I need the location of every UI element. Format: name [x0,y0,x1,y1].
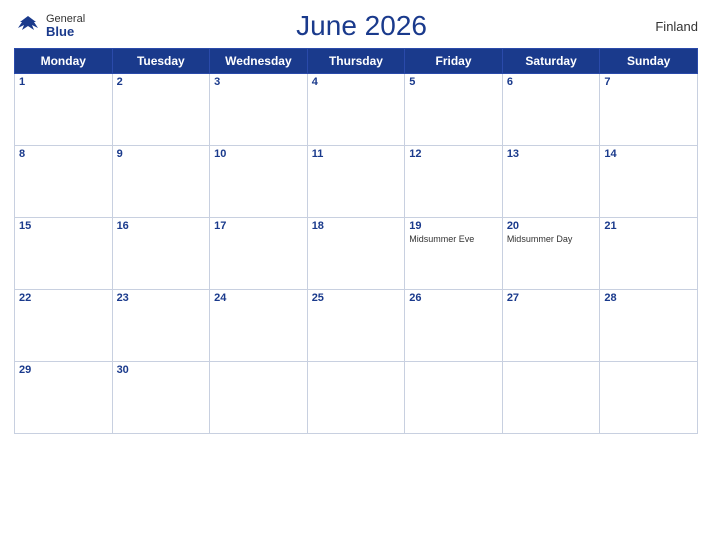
calendar-cell: 16 [112,218,210,290]
day-number: 13 [507,148,596,160]
calendar-cell: 18 [307,218,405,290]
week-row-5: 29 30 [15,362,698,434]
calendar-cell: 14 [600,146,698,218]
calendar-cell: 5 [405,74,503,146]
calendar-cell [502,362,600,434]
calendar-cell: 2 [112,74,210,146]
calendar-cell: 4 [307,74,405,146]
day-number: 17 [214,220,303,232]
day-number: 29 [19,364,108,376]
day-number: 9 [117,148,206,160]
col-sunday: Sunday [600,49,698,74]
holiday-label: Midsummer Day [507,234,596,245]
logo-icon [14,12,42,40]
col-saturday: Saturday [502,49,600,74]
day-number: 3 [214,76,303,88]
day-number: 21 [604,220,693,232]
calendar-cell: 3 [210,74,308,146]
calendar-cell [600,362,698,434]
col-monday: Monday [15,49,113,74]
day-number: 15 [19,220,108,232]
week-row-2: 89 10 11 12 13 14 [15,146,698,218]
holiday-label: Midsummer Eve [409,234,498,245]
calendar-cell: 8 [15,146,113,218]
calendar-cell: 29 [15,362,113,434]
header: General Blue June 2026 Finland [14,10,698,42]
day-number: 4 [312,76,401,88]
day-number: 27 [507,292,596,304]
day-number: 12 [409,148,498,160]
day-number: 5 [409,76,498,88]
calendar-cell: 21 [600,218,698,290]
calendar-table: Monday Tuesday Wednesday Thursday Friday… [14,48,698,434]
week-row-1: 1234567 [15,74,698,146]
day-number: 14 [604,148,693,160]
day-number: 30 [117,364,206,376]
week-row-3: 15 16 17 18 19 Midsummer Eve 20 Midsummer Day 21 [15,218,698,290]
day-number: 22 [19,292,108,304]
day-number: 28 [604,292,693,304]
col-thursday: Thursday [307,49,405,74]
day-number: 6 [507,76,596,88]
week-row-4: 22 23 24 25 26 27 28 [15,290,698,362]
logo: General Blue [14,12,85,40]
calendar-cell: 6 [502,74,600,146]
calendar-cell: 12 [405,146,503,218]
calendar-cell: 7 [600,74,698,146]
day-number: 2 [117,76,206,88]
calendar-cell [210,362,308,434]
logo-text: General Blue [46,14,85,38]
day-number: 23 [117,292,206,304]
calendar-cell: 20 Midsummer Day [502,218,600,290]
calendar-cell: 22 [15,290,113,362]
country-label: Finland [638,19,698,34]
calendar-cell: 17 [210,218,308,290]
day-number: 16 [117,220,206,232]
day-number: 7 [604,76,693,88]
col-friday: Friday [405,49,503,74]
calendar-cell: 19 Midsummer Eve [405,218,503,290]
day-number: 26 [409,292,498,304]
day-number: 10 [214,148,303,160]
day-number: 20 [507,220,596,232]
day-number: 19 [409,220,498,232]
calendar-cell: 25 [307,290,405,362]
day-number: 11 [312,148,401,160]
day-number: 25 [312,292,401,304]
day-number: 24 [214,292,303,304]
calendar-cell: 27 [502,290,600,362]
day-number: 18 [312,220,401,232]
calendar-cell: 23 [112,290,210,362]
col-tuesday: Tuesday [112,49,210,74]
calendar-cell: 13 [502,146,600,218]
calendar-page: General Blue June 2026 Finland Monday Tu… [0,0,712,550]
calendar-cell: 28 [600,290,698,362]
col-wednesday: Wednesday [210,49,308,74]
calendar-cell: 15 [15,218,113,290]
calendar-cell: 1 [15,74,113,146]
calendar-cell: 9 [112,146,210,218]
weekday-header-row: Monday Tuesday Wednesday Thursday Friday… [15,49,698,74]
day-number: 1 [19,76,108,88]
calendar-cell [307,362,405,434]
calendar-cell: 30 [112,362,210,434]
calendar-cell: 11 [307,146,405,218]
logo-blue: Blue [46,25,85,38]
calendar-cell [405,362,503,434]
calendar-cell: 24 [210,290,308,362]
calendar-title: June 2026 [85,10,638,42]
calendar-cell: 26 [405,290,503,362]
calendar-cell: 10 [210,146,308,218]
day-number: 8 [19,148,108,160]
